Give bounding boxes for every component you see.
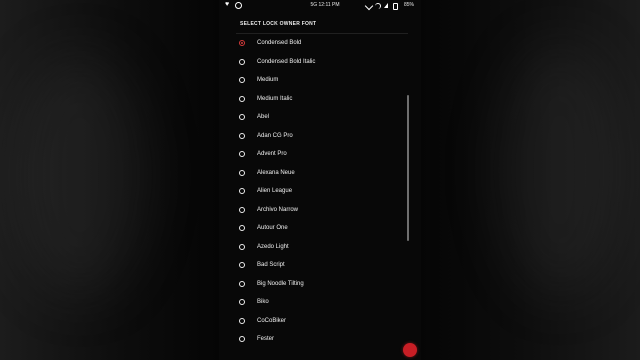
font-option-condensed-bold-italic[interactable]: Condensed Bold Italic <box>239 56 399 72</box>
font-option-cocobiker[interactable]: CoCoBiker <box>239 315 399 331</box>
video-frame: ♥ 5G 12:11 PM 85% SELECT LOCK OWNER FONT <box>0 0 640 360</box>
list-scrollbar[interactable] <box>407 95 409 241</box>
font-option-label: Alien League <box>257 188 293 194</box>
font-option-label: Big Noodle Tilting <box>257 280 304 287</box>
font-option-label: Bad Script <box>257 262 285 268</box>
font-option-label: Biko <box>257 299 269 305</box>
font-option-alien-league[interactable]: Alien League <box>239 185 399 201</box>
font-option-archivo-narrow[interactable]: Archivo Narrow <box>239 204 399 220</box>
font-option-label: CoCoBiker <box>257 317 287 324</box>
radio-icon[interactable] <box>239 206 245 213</box>
battery-icon <box>393 3 398 10</box>
radio-icon[interactable] <box>239 58 245 65</box>
wifi-icon <box>375 3 381 9</box>
battery-percent: 85% <box>403 2 414 8</box>
font-option-label: Alexana Neue <box>257 169 295 176</box>
radio-icon[interactable] <box>239 95 245 102</box>
radio-icon[interactable] <box>239 317 245 324</box>
font-option-label: Fester <box>257 336 275 342</box>
radio-icon[interactable] <box>239 262 245 268</box>
font-option-biko[interactable]: Biko <box>239 296 399 312</box>
font-option-label: Medium Italic <box>257 95 293 102</box>
font-option-azedo-light[interactable]: Azedo Light <box>239 241 399 257</box>
font-option-autour-one[interactable]: Autour One <box>239 222 399 238</box>
radio-icon[interactable] <box>239 243 245 250</box>
font-option-label: Azedo Light <box>257 243 289 250</box>
heart-icon: ♥ <box>225 1 230 8</box>
font-option-label: Advent Pro <box>257 151 287 157</box>
right-background-glow <box>500 45 620 295</box>
font-option-medium[interactable]: Medium <box>239 74 399 90</box>
radio-icon[interactable] <box>239 299 245 305</box>
network-icon <box>384 3 388 8</box>
font-option-condensed-bold[interactable]: Condensed Bold <box>239 37 399 53</box>
font-option-label: Condensed Bold <box>257 40 302 46</box>
radio-icon[interactable] <box>239 132 245 139</box>
font-option-medium-italic[interactable]: Medium Italic <box>239 93 399 109</box>
font-option-adan-cg-pro[interactable]: Adan CG Pro <box>239 130 399 146</box>
radio-icon[interactable] <box>239 188 245 194</box>
font-option-advent-pro[interactable]: Advent Pro <box>239 148 399 164</box>
left-background-glow <box>15 55 145 295</box>
font-option-label: Autour One <box>257 225 288 231</box>
status-right-icons: 85% <box>364 0 414 11</box>
font-select-dialog: SELECT LOCK OWNER FONT Condensed Bold Co… <box>227 15 415 360</box>
circle-icon <box>235 2 242 9</box>
signal-icon <box>364 1 374 11</box>
font-option-bad-script[interactable]: Bad Script <box>239 259 399 275</box>
title-divider <box>236 33 408 34</box>
font-option-fester[interactable]: Fester <box>239 333 399 349</box>
font-option-label: Condensed Bold Italic <box>257 58 316 65</box>
status-bar: ♥ 5G 12:11 PM 85% <box>219 0 421 11</box>
radio-icon[interactable] <box>239 225 245 231</box>
radio-icon[interactable] <box>239 151 245 157</box>
font-option-alexana-neue[interactable]: Alexana Neue <box>239 167 399 183</box>
font-option-big-noodle-tilting[interactable]: Big Noodle Tilting <box>239 278 399 294</box>
radio-icon[interactable] <box>239 169 245 176</box>
dialog-title: SELECT LOCK OWNER FONT <box>240 21 317 27</box>
network-label: 5G <box>310 2 318 8</box>
selected-radio-icon[interactable] <box>239 40 245 46</box>
radio-icon[interactable] <box>239 77 245 83</box>
phone-screen: ♥ 5G 12:11 PM 85% SELECT LOCK OWNER FONT <box>219 0 421 360</box>
radio-icon[interactable] <box>239 114 245 120</box>
status-time: 5G 12:11 PM <box>307 0 343 11</box>
radio-icon[interactable] <box>239 336 245 342</box>
clock-label: 12:11 PM <box>318 2 340 8</box>
radio-icon[interactable] <box>239 280 245 287</box>
status-left-icons: ♥ <box>225 1 245 9</box>
font-option-label: Medium <box>257 77 279 83</box>
red-floating-button[interactable] <box>403 343 417 357</box>
font-option-label: Abel <box>257 114 270 120</box>
font-option-label: Archivo Narrow <box>257 206 299 213</box>
font-option-abel[interactable]: Abel <box>239 111 399 127</box>
font-option-label: Adan CG Pro <box>257 132 293 139</box>
